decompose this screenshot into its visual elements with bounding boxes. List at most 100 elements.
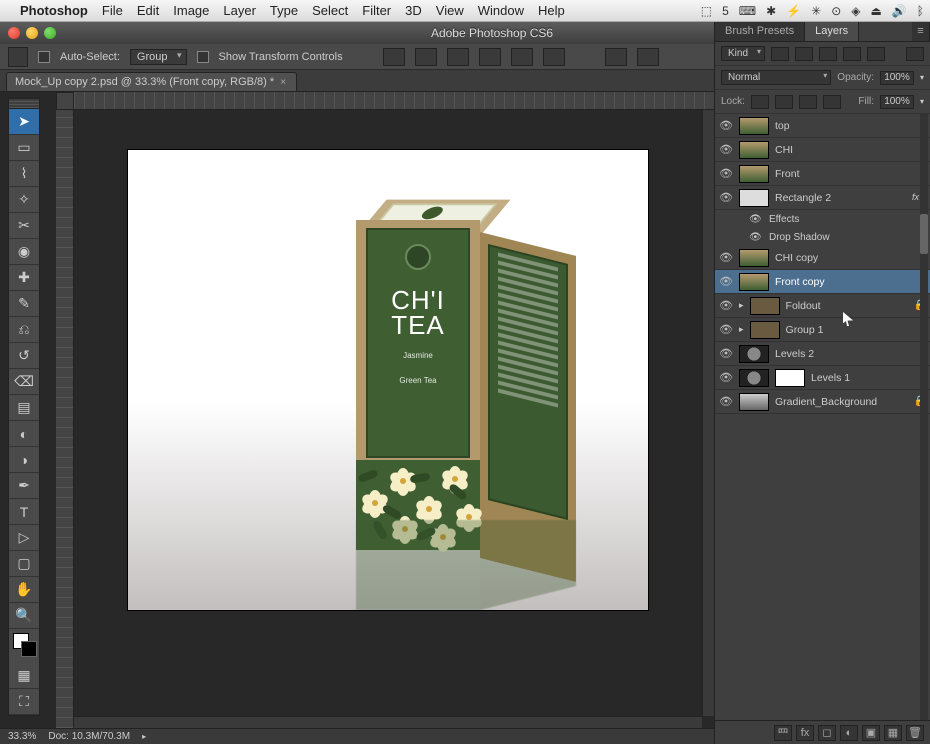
path-tool-icon[interactable]: ▷ xyxy=(9,525,39,551)
visibility-toggle-icon[interactable]: 👁 xyxy=(719,191,733,205)
align-center-icon[interactable] xyxy=(415,48,437,66)
layer-name-label[interactable]: Foldout xyxy=(786,300,908,312)
layer-name-label[interactable]: Levels 2 xyxy=(775,348,926,360)
menu-help[interactable]: Help xyxy=(538,3,565,18)
hand-tool-icon[interactable]: ✋ xyxy=(9,577,39,603)
visibility-toggle-icon[interactable]: 👁 xyxy=(719,143,733,157)
new-layer-icon[interactable]: ▦ xyxy=(884,725,902,741)
layer-effect-item[interactable]: 👁Drop Shadow xyxy=(715,228,930,246)
ruler-vertical[interactable] xyxy=(56,110,74,728)
ruler-corner[interactable] xyxy=(56,92,74,110)
type-tool-icon[interactable]: T xyxy=(9,499,39,525)
layer-row[interactable]: 👁CHI copy xyxy=(715,246,930,270)
menu-layer[interactable]: Layer xyxy=(223,3,256,18)
auto-select-checkbox[interactable] xyxy=(38,51,50,63)
lasso-tool-icon[interactable]: ⌇ xyxy=(9,161,39,187)
background-swatch[interactable] xyxy=(21,641,37,657)
visibility-toggle-icon[interactable]: 👁 xyxy=(719,347,733,361)
current-tool-icon[interactable] xyxy=(8,47,28,67)
filter-shape-icon[interactable] xyxy=(843,47,861,61)
folder-disclosure-icon[interactable]: ▸ xyxy=(739,300,744,311)
opacity-field[interactable]: 100% xyxy=(880,71,914,85)
layers-list[interactable]: 👁top👁CHI👁Front👁Rectangle 2fx ▾👁Effects👁D… xyxy=(715,114,930,720)
mask-icon[interactable]: ◻ xyxy=(818,725,836,741)
filter-smart-icon[interactable] xyxy=(867,47,885,61)
layer-thumbnail[interactable] xyxy=(739,249,769,267)
panel-menu-icon[interactable]: ≡ xyxy=(912,22,930,41)
doc-info-label[interactable]: Doc: 10.3M/70.3M xyxy=(48,731,130,742)
stamp-tool-icon[interactable]: ⎌ xyxy=(9,317,39,343)
ruler-horizontal[interactable] xyxy=(74,92,714,110)
filter-toggle-icon[interactable] xyxy=(906,47,924,61)
scrollbar-vertical[interactable] xyxy=(702,110,714,716)
visibility-toggle-icon[interactable]: 👁 xyxy=(719,275,733,289)
crop-tool-icon[interactable]: ✂ xyxy=(9,213,39,239)
layer-name-label[interactable]: CHI xyxy=(775,144,926,156)
eyedropper-tool-icon[interactable]: ◉ xyxy=(9,239,39,265)
star-icon[interactable]: ✳ xyxy=(811,4,821,18)
layer-row[interactable]: 👁 CHI xyxy=(715,138,930,162)
eraser-tool-icon[interactable]: ⌫ xyxy=(9,369,39,395)
wand-tool-icon[interactable]: ✧ xyxy=(9,187,39,213)
align-left-icon[interactable] xyxy=(383,48,405,66)
layer-thumbnail[interactable] xyxy=(739,141,769,159)
layer-row[interactable]: 👁 top xyxy=(715,114,930,138)
layer-thumbnail[interactable] xyxy=(750,297,780,315)
menu-view[interactable]: View xyxy=(436,3,464,18)
layer-row[interactable]: 👁Front xyxy=(715,162,930,186)
layer-mask-thumbnail[interactable] xyxy=(775,369,805,387)
layer-name-label[interactable]: Front xyxy=(775,168,926,180)
align-right-icon[interactable] xyxy=(447,48,469,66)
align-top-icon[interactable] xyxy=(479,48,501,66)
layer-name-label[interactable]: Levels 1 xyxy=(811,372,926,384)
layer-name-label[interactable]: Front copy xyxy=(775,276,926,288)
layer-row[interactable]: 👁 Levels 1 xyxy=(715,366,930,390)
visibility-toggle-icon[interactable]: 👁 xyxy=(719,119,733,133)
gradient-tool-icon[interactable]: ▤ xyxy=(9,395,39,421)
distribute-v-icon[interactable] xyxy=(637,48,659,66)
marquee-tool-icon[interactable]: ▭ xyxy=(9,135,39,161)
align-middle-icon[interactable] xyxy=(511,48,533,66)
layer-row[interactable]: 👁▸Foldout🔒 xyxy=(715,294,930,318)
color-swatches[interactable] xyxy=(9,629,39,663)
show-transform-checkbox[interactable] xyxy=(197,51,209,63)
menu-image[interactable]: Image xyxy=(173,3,209,18)
tab-brush-presets[interactable]: Brush Presets xyxy=(715,22,805,41)
layer-row[interactable]: 👁 Front copy xyxy=(715,270,930,294)
layer-name-label[interactable]: top xyxy=(775,120,926,132)
visibility-toggle-icon[interactable]: 👁 xyxy=(719,395,733,409)
layer-thumbnail[interactable] xyxy=(739,273,769,291)
sync-icon[interactable]: ✱ xyxy=(766,4,776,18)
layer-thumbnail[interactable] xyxy=(739,393,769,411)
folder-icon[interactable]: ▣ xyxy=(862,725,880,741)
bluetooth-icon[interactable]: ᛒ xyxy=(917,4,924,18)
layer-row[interactable]: 👁Gradient_Background🔒 xyxy=(715,390,930,414)
blend-mode-dropdown[interactable]: Normal xyxy=(721,70,831,85)
menu-edit[interactable]: Edit xyxy=(137,3,159,18)
eject-icon[interactable]: ⏏ xyxy=(871,4,882,18)
diamond-icon[interactable]: ◈ xyxy=(851,4,860,18)
pen-tool-icon[interactable]: ✒ xyxy=(9,473,39,499)
filter-kind-dropdown[interactable]: Kind xyxy=(721,46,765,61)
screenmode-icon[interactable]: ⛶ xyxy=(9,689,39,715)
menu-3d[interactable]: 3D xyxy=(405,3,422,18)
visibility-toggle-icon[interactable]: 👁 xyxy=(719,323,733,337)
shape-tool-icon[interactable]: ▢ xyxy=(9,551,39,577)
target-icon[interactable]: ⊙ xyxy=(831,4,841,18)
minimize-button[interactable] xyxy=(26,27,38,39)
fill-arrow-icon[interactable]: ▾ xyxy=(920,97,924,106)
cc-icon[interactable]: ⬚ xyxy=(701,4,712,18)
lock-pixels-icon[interactable] xyxy=(775,95,793,109)
panel-grip[interactable] xyxy=(9,99,39,109)
history-brush-tool-icon[interactable]: ↺ xyxy=(9,343,39,369)
menu-filter[interactable]: Filter xyxy=(362,3,391,18)
layer-thumbnail[interactable] xyxy=(739,345,769,363)
doc-info-arrow-icon[interactable]: ▸ xyxy=(142,732,146,741)
brush-tool-icon[interactable]: ✎ xyxy=(9,291,39,317)
visibility-toggle-icon[interactable]: 👁 xyxy=(719,371,733,385)
visibility-toggle-icon[interactable]: 👁 xyxy=(719,251,733,265)
visibility-toggle-icon[interactable]: 👁 xyxy=(749,232,763,243)
tab-layers[interactable]: Layers xyxy=(805,22,859,41)
layer-thumbnail[interactable] xyxy=(739,369,769,387)
move-tool-icon[interactable]: ➤ xyxy=(9,109,39,135)
